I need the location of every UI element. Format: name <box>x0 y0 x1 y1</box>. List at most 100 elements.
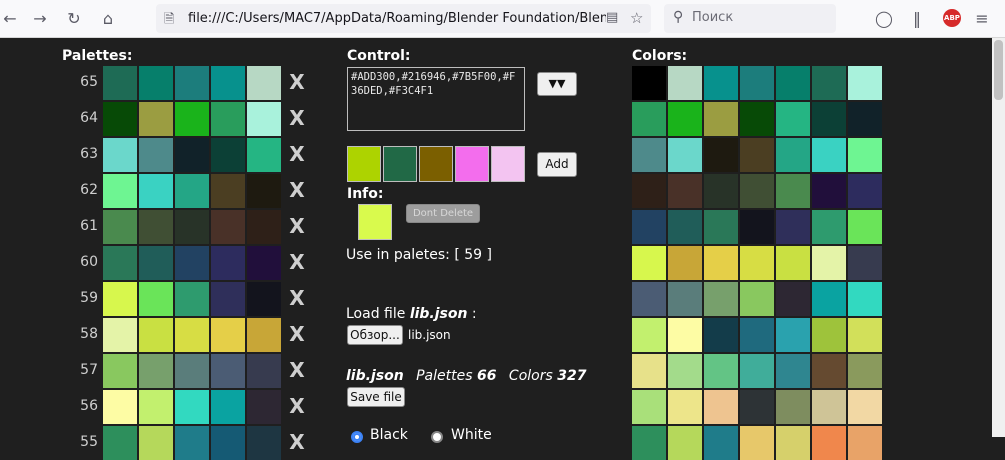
color-swatch[interactable] <box>704 354 738 388</box>
palette-swatch[interactable] <box>103 390 137 424</box>
color-swatch[interactable] <box>848 390 882 424</box>
color-swatch[interactable] <box>704 102 738 136</box>
palette-swatch[interactable] <box>175 210 209 244</box>
color-swatch[interactable] <box>812 318 846 352</box>
palette-swatch[interactable] <box>103 282 137 316</box>
color-swatch[interactable] <box>812 174 846 208</box>
color-swatch[interactable] <box>632 282 666 316</box>
delete-palette-icon[interactable]: X <box>287 178 307 202</box>
palette-swatch[interactable] <box>247 318 281 352</box>
control-swatch[interactable] <box>419 146 453 182</box>
color-swatch[interactable] <box>848 102 882 136</box>
delete-palette-icon[interactable]: X <box>287 286 307 310</box>
color-swatch[interactable] <box>812 426 846 460</box>
color-swatch[interactable] <box>812 390 846 424</box>
color-swatch[interactable] <box>812 138 846 172</box>
palette-swatch[interactable] <box>175 174 209 208</box>
color-swatch[interactable] <box>704 174 738 208</box>
control-swatch[interactable] <box>455 146 489 182</box>
delete-palette-icon[interactable]: X <box>287 322 307 346</box>
dont-delete-button[interactable]: Dont Delete <box>406 204 480 223</box>
color-swatch[interactable] <box>704 246 738 280</box>
palette-swatch[interactable] <box>103 174 137 208</box>
color-swatch[interactable] <box>632 390 666 424</box>
color-swatch[interactable] <box>848 210 882 244</box>
color-swatch[interactable] <box>704 390 738 424</box>
color-swatch[interactable] <box>668 318 702 352</box>
palette-swatch[interactable] <box>139 282 173 316</box>
delete-palette-icon[interactable]: X <box>287 358 307 382</box>
palette-swatch[interactable] <box>211 102 245 136</box>
palette-swatch[interactable] <box>211 246 245 280</box>
color-swatch[interactable] <box>776 282 810 316</box>
color-swatch[interactable] <box>668 282 702 316</box>
color-swatch[interactable] <box>704 210 738 244</box>
palette-swatch[interactable] <box>211 426 245 460</box>
palette-swatch[interactable] <box>211 354 245 388</box>
palette-swatch[interactable] <box>211 174 245 208</box>
color-swatch[interactable] <box>776 390 810 424</box>
control-swatch[interactable] <box>347 146 381 182</box>
menu-icon[interactable]: ≡ <box>972 9 992 29</box>
color-swatch[interactable] <box>848 426 882 460</box>
color-swatch[interactable] <box>704 318 738 352</box>
add-button[interactable]: Add <box>537 152 577 177</box>
palette-swatch[interactable] <box>175 282 209 316</box>
url-bar[interactable]: 🗎 file:///C:/Users/MAC7/AppData/Roaming/… <box>156 4 651 33</box>
control-swatch[interactable] <box>383 146 417 182</box>
color-swatch[interactable] <box>848 354 882 388</box>
color-swatch[interactable] <box>812 210 846 244</box>
palette-swatch[interactable] <box>139 102 173 136</box>
color-swatch[interactable] <box>668 246 702 280</box>
palette-swatch[interactable] <box>139 246 173 280</box>
color-swatch[interactable] <box>776 174 810 208</box>
scrollbar-thumb[interactable] <box>994 40 1003 100</box>
color-swatch[interactable] <box>632 318 666 352</box>
color-codes-textarea[interactable]: #ADD300,#216946,#7B5F00,#F36DED,#F3C4F1 <box>347 67 525 131</box>
palette-swatch[interactable] <box>103 210 137 244</box>
search-box[interactable]: ⚲ Поиск <box>664 4 836 33</box>
palette-swatch[interactable] <box>247 210 281 244</box>
browse-button[interactable]: Обзор... <box>347 325 403 345</box>
color-swatch[interactable] <box>632 174 666 208</box>
color-swatch[interactable] <box>812 354 846 388</box>
palette-swatch[interactable] <box>175 246 209 280</box>
color-swatch[interactable] <box>740 318 774 352</box>
palette-swatch[interactable] <box>211 66 245 100</box>
color-swatch[interactable] <box>632 102 666 136</box>
color-swatch[interactable] <box>632 210 666 244</box>
palette-swatch[interactable] <box>139 138 173 172</box>
color-swatch[interactable] <box>668 354 702 388</box>
color-swatch[interactable] <box>668 138 702 172</box>
color-swatch[interactable] <box>740 390 774 424</box>
radio-black[interactable] <box>351 431 363 443</box>
palette-swatch[interactable] <box>247 174 281 208</box>
color-swatch[interactable] <box>668 426 702 460</box>
color-swatch[interactable] <box>668 66 702 100</box>
palette-swatch[interactable] <box>247 66 281 100</box>
palette-swatch[interactable] <box>103 102 137 136</box>
palette-swatch[interactable] <box>247 282 281 316</box>
color-swatch[interactable] <box>848 174 882 208</box>
palette-swatch[interactable] <box>103 354 137 388</box>
color-swatch[interactable] <box>740 246 774 280</box>
color-swatch[interactable] <box>632 138 666 172</box>
palette-swatch[interactable] <box>103 138 137 172</box>
color-swatch[interactable] <box>668 102 702 136</box>
palette-swatch[interactable] <box>139 318 173 352</box>
adblock-icon[interactable]: ABP <box>943 9 961 27</box>
palette-swatch[interactable] <box>139 174 173 208</box>
palette-swatch[interactable] <box>247 138 281 172</box>
color-swatch[interactable] <box>632 426 666 460</box>
palette-swatch[interactable] <box>247 390 281 424</box>
palette-swatch[interactable] <box>139 210 173 244</box>
color-swatch[interactable] <box>704 282 738 316</box>
color-swatch[interactable] <box>776 210 810 244</box>
palette-swatch[interactable] <box>103 246 137 280</box>
palette-swatch[interactable] <box>211 138 245 172</box>
color-swatch[interactable] <box>632 66 666 100</box>
palette-swatch[interactable] <box>211 318 245 352</box>
color-swatch[interactable] <box>632 246 666 280</box>
color-swatch[interactable] <box>812 246 846 280</box>
delete-palette-icon[interactable]: X <box>287 70 307 94</box>
